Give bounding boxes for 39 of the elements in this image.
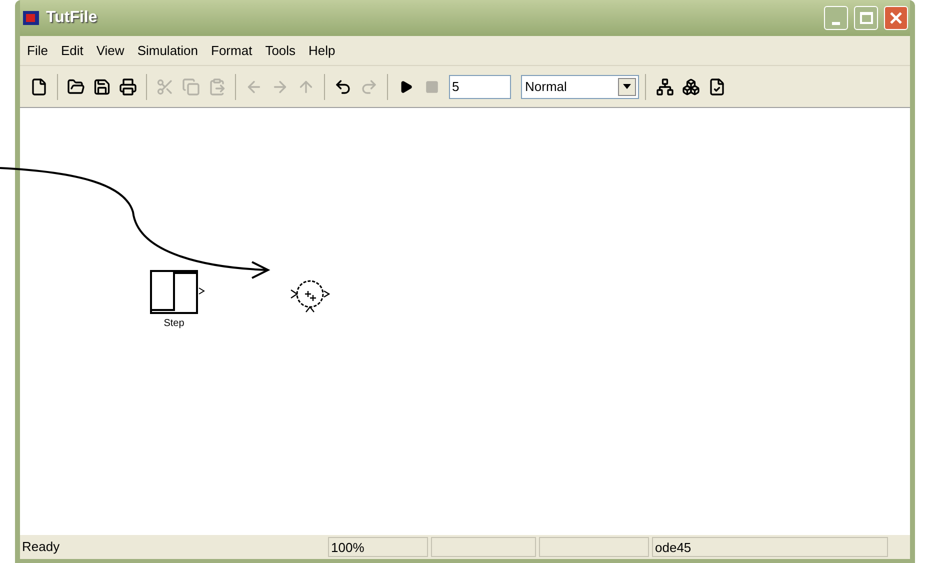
- close-icon: [889, 11, 903, 25]
- menu-item[interactable]: Help: [308, 40, 336, 60]
- dropdown-arrow-button[interactable]: [618, 78, 636, 96]
- scissors-icon: [156, 78, 174, 96]
- menu-item[interactable]: File: [27, 40, 48, 60]
- file-check-icon: [708, 78, 726, 96]
- menu-item[interactable]: Simulation: [137, 40, 198, 60]
- printer-icon: [119, 78, 137, 96]
- play-icon: [399, 80, 413, 94]
- zoom-level: 100%: [328, 537, 428, 557]
- menu-item[interactable]: Format: [211, 40, 252, 60]
- minimize-icon: [832, 22, 840, 25]
- stop-time-field[interactable]: 5: [449, 74, 511, 98]
- maximize-icon: [860, 12, 872, 24]
- solver-name: ode45: [652, 537, 888, 557]
- save-icon: [93, 78, 111, 96]
- undo-icon: [334, 78, 352, 96]
- simulation-mode-dropdown[interactable]: Normal: [521, 74, 639, 98]
- caret-icon: [623, 84, 631, 89]
- block-label: Step: [164, 317, 184, 331]
- minimize-button[interactable]: [824, 6, 848, 30]
- folder-icon: [67, 78, 85, 96]
- menu-item[interactable]: Edit: [60, 40, 84, 60]
- redo-icon: [360, 78, 378, 96]
- menu-item[interactable]: Tools: [265, 40, 296, 60]
- app-icon: [22, 10, 40, 26]
- close-button[interactable]: [884, 6, 908, 30]
- network-icon: [656, 78, 674, 96]
- copy-icon: [182, 78, 200, 96]
- boxes-icon: [682, 78, 700, 96]
- menu-item[interactable]: View: [96, 40, 124, 60]
- stop-icon: [425, 80, 439, 94]
- step-block: [150, 270, 206, 316]
- status-message: Ready: [21, 538, 61, 556]
- maximize-button[interactable]: [854, 6, 878, 30]
- dropdown-value: Normal: [525, 78, 567, 96]
- file-icon: [30, 78, 48, 96]
- paste-icon: [208, 78, 226, 96]
- window-title: TutFile: [46, 8, 98, 28]
